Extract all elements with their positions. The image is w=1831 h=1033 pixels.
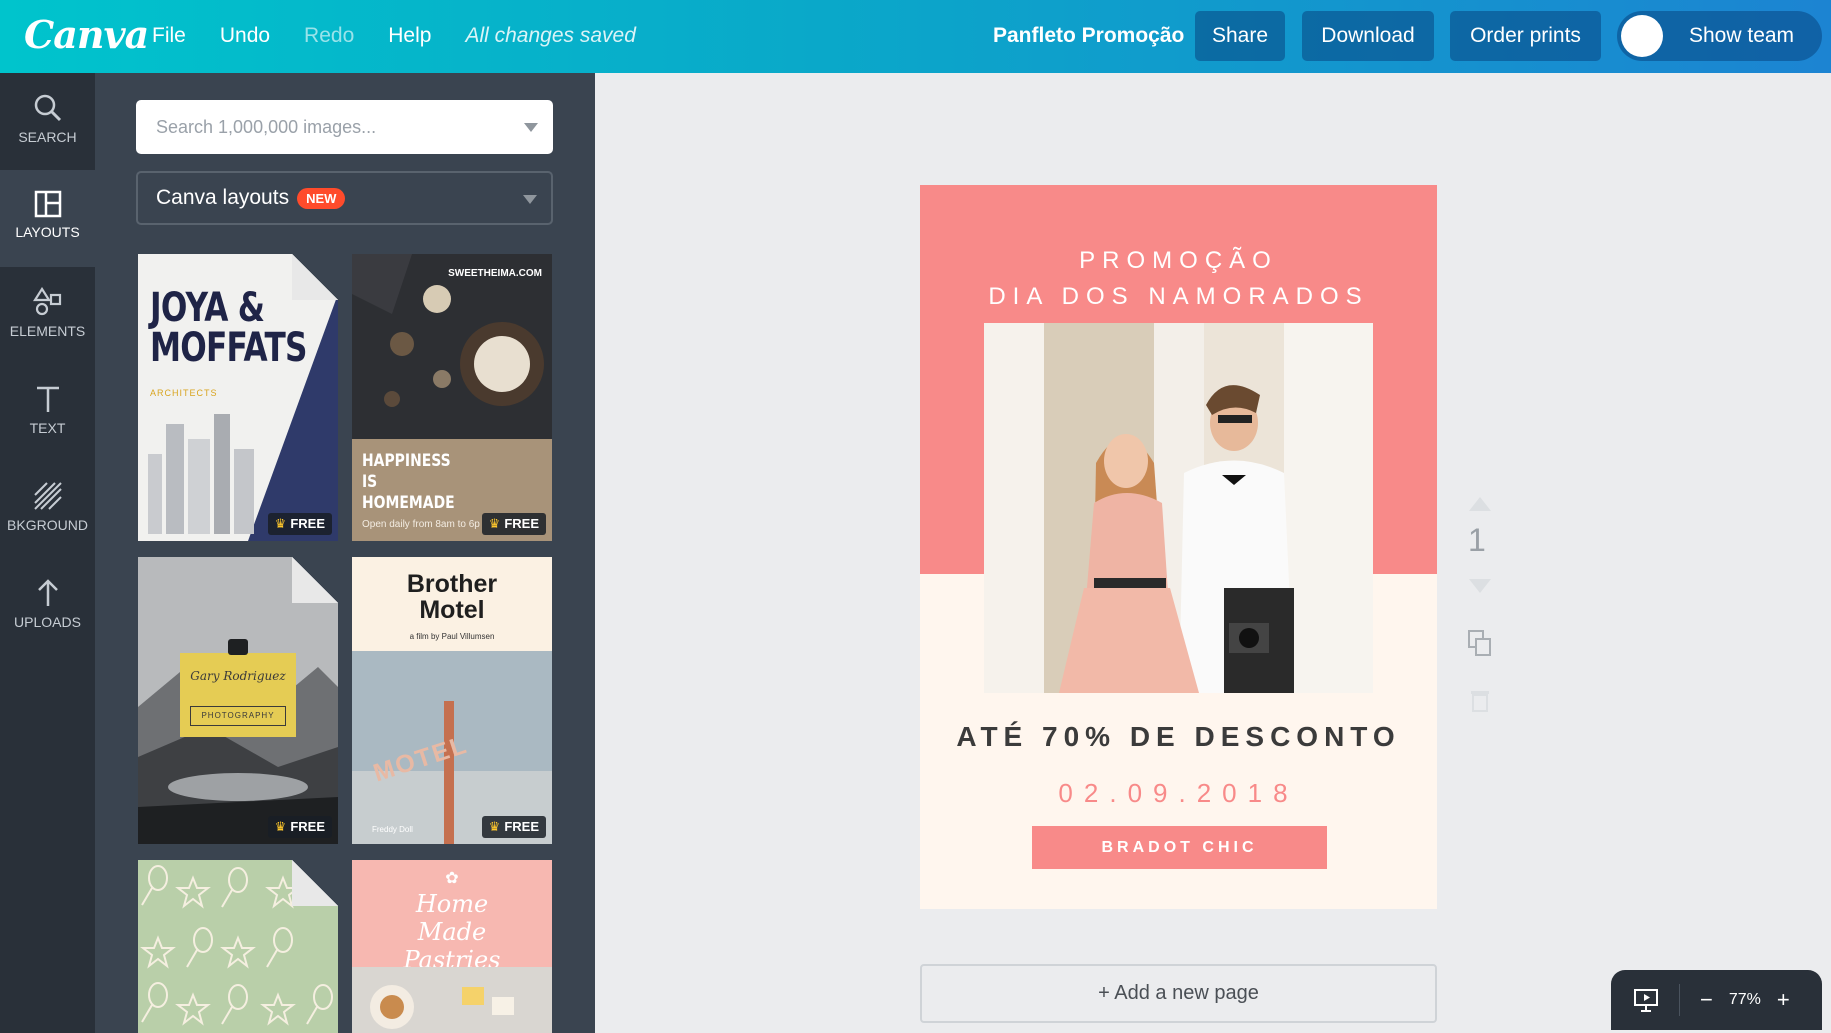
crown-icon: ♛ xyxy=(274,819,287,834)
free-badge: ♛ FREE xyxy=(267,513,332,535)
present-icon[interactable] xyxy=(1633,987,1659,1013)
share-button[interactable]: Share xyxy=(1195,11,1285,61)
camera-icon xyxy=(228,639,248,655)
file-menu-bar: File Undo Redo Help All changes saved xyxy=(152,24,670,48)
template-art xyxy=(352,254,552,439)
template-credit: Freddy Doll xyxy=(372,825,413,834)
crown-icon: ♛ xyxy=(274,516,287,531)
crown-icon: ♛ xyxy=(488,516,501,531)
layouts-panel: Search 1,000,000 images... Canva layouts… xyxy=(95,73,595,1033)
search-icon xyxy=(34,94,61,122)
layout-category-select[interactable]: Canva layouts NEW xyxy=(136,171,553,225)
background-icon xyxy=(33,482,62,510)
document-title[interactable]: Panfleto Promoção xyxy=(993,24,1184,48)
avatar xyxy=(1621,15,1663,57)
top-toolbar: Canva File Undo Redo Help All changes sa… xyxy=(0,0,1831,73)
template-thumbnail[interactable]: SWEETHEIMA.COM HAPPINESS IS HOMEMADE Ope… xyxy=(352,254,552,541)
template-subtitle: a film by Paul Villumsen xyxy=(409,632,495,641)
flyer-heading[interactable]: PROMOÇÃO DIA DOS NAMORADOS xyxy=(920,243,1437,315)
design-page[interactable]: PROMOÇÃO DIA DOS NAMORADOS ATÉ 70% DE DE… xyxy=(920,185,1437,909)
sidebar-item-label: SEARCH xyxy=(18,129,77,145)
canva-logo[interactable]: Canva xyxy=(24,12,149,57)
sidebar-item-label: LAYOUTS xyxy=(15,224,80,240)
flyer-heading-line1: PROMOÇÃO xyxy=(1079,247,1278,274)
template-title: Home Made Pastries xyxy=(403,890,501,974)
flyer-heading-line2: DIA DOS NAMORADOS xyxy=(988,283,1369,310)
zoom-out-button[interactable]: − xyxy=(1700,987,1713,1013)
sidebar-item-text[interactable]: TEXT xyxy=(0,364,95,461)
template-subtitle: ARCHITECTS xyxy=(150,388,218,398)
free-badge: ♛ FREE xyxy=(481,816,546,838)
delete-page-icon[interactable] xyxy=(1469,688,1491,712)
menu-help[interactable]: Help xyxy=(388,24,431,48)
free-badge: ♛ FREE xyxy=(481,513,546,535)
sidebar-item-search[interactable]: SEARCH xyxy=(0,73,95,170)
flyer-discount[interactable]: ATÉ 70% DE DESCONTO xyxy=(920,721,1437,753)
couple-photo xyxy=(984,323,1373,693)
flyer-photo[interactable] xyxy=(984,323,1373,693)
show-team-label: Show team xyxy=(1689,24,1795,47)
sidebar-item-elements[interactable]: ELEMENTS xyxy=(0,267,95,364)
flyer-date[interactable]: 02.09.2018 xyxy=(920,778,1437,809)
chevron-down-icon[interactable] xyxy=(523,195,537,204)
sidebar-item-background[interactable]: BKGROUND xyxy=(0,461,95,558)
add-new-page-button[interactable]: + Add a new page xyxy=(920,964,1437,1023)
sidebar-item-label: BKGROUND xyxy=(7,517,88,533)
zoom-controls: − 77% + xyxy=(1611,970,1822,1030)
new-badge: NEW xyxy=(297,187,346,209)
template-title: HAPPINESS IS HOMEMADE xyxy=(362,451,455,513)
menu-redo[interactable]: Redo xyxy=(304,24,354,48)
template-thumbnail[interactable]: Gary Rodriguez PHOTOGRAPHY ♛ FREE xyxy=(138,557,338,844)
shapes-icon xyxy=(32,287,61,316)
download-button[interactable]: Download xyxy=(1302,11,1434,61)
template-title: Brother Motel xyxy=(406,570,498,624)
show-team-button[interactable]: Show team xyxy=(1617,11,1822,61)
page-fold xyxy=(292,860,338,906)
sidebar-item-label: TEXT xyxy=(29,420,66,436)
order-prints-button[interactable]: Order prints xyxy=(1450,11,1601,61)
template-art xyxy=(352,967,552,1033)
sidebar-rail: SEARCH LAYOUTS ELEMENTS TEXT BKGROUND UP… xyxy=(0,73,95,1033)
template-site: SWEETHEIMA.COM xyxy=(448,268,542,279)
move-page-up-icon[interactable] xyxy=(1469,497,1491,511)
sidebar-item-layouts[interactable]: LAYOUTS xyxy=(0,170,95,267)
template-title: Gary Rodriguez xyxy=(190,669,286,683)
sidebar-item-label: ELEMENTS xyxy=(9,323,86,339)
template-thumbnail[interactable]: ✿ Home Made Pastries xyxy=(352,860,552,1033)
zoom-in-button[interactable]: + xyxy=(1777,987,1790,1013)
text-icon xyxy=(36,386,59,412)
template-thumbnail[interactable]: JOYA & MOFFATS ARCHITECTS ♛ FREE xyxy=(138,254,338,541)
image-search-input[interactable]: Search 1,000,000 images... xyxy=(136,100,553,154)
template-thumbnail[interactable] xyxy=(138,860,338,1033)
layout-icon xyxy=(34,190,61,218)
template-subtitle: PHOTOGRAPHY xyxy=(190,706,286,726)
duplicate-page-icon[interactable] xyxy=(1467,629,1493,657)
template-title: JOYA & MOFFATS xyxy=(150,285,307,371)
sidebar-item-uploads[interactable]: UPLOADS xyxy=(0,558,95,655)
whisk-icon: ✿ xyxy=(445,870,459,887)
page-number: 1 xyxy=(1468,522,1486,558)
upload-icon xyxy=(37,579,58,606)
sidebar-item-label: UPLOADS xyxy=(14,614,81,630)
page-fold xyxy=(292,557,338,603)
flyer-brand[interactable]: BRADOT CHIC xyxy=(1032,826,1327,869)
template-thumbnail[interactable]: Brother Motel a film by Paul Villumsen M… xyxy=(352,557,552,844)
layout-select-label: Canva layouts xyxy=(156,186,290,209)
chevron-down-icon[interactable] xyxy=(524,123,538,132)
crown-icon: ♛ xyxy=(488,819,501,834)
template-caption: Open daily from 8am to 6p xyxy=(362,519,480,530)
zoom-level[interactable]: 77% xyxy=(1729,991,1761,1009)
page-fold xyxy=(292,254,338,300)
menu-undo[interactable]: Undo xyxy=(220,24,270,48)
menu-file[interactable]: File xyxy=(152,24,186,48)
divider xyxy=(1679,984,1680,1016)
save-status: All changes saved xyxy=(465,24,636,47)
move-page-down-icon[interactable] xyxy=(1469,579,1491,593)
free-badge: ♛ FREE xyxy=(267,816,332,838)
